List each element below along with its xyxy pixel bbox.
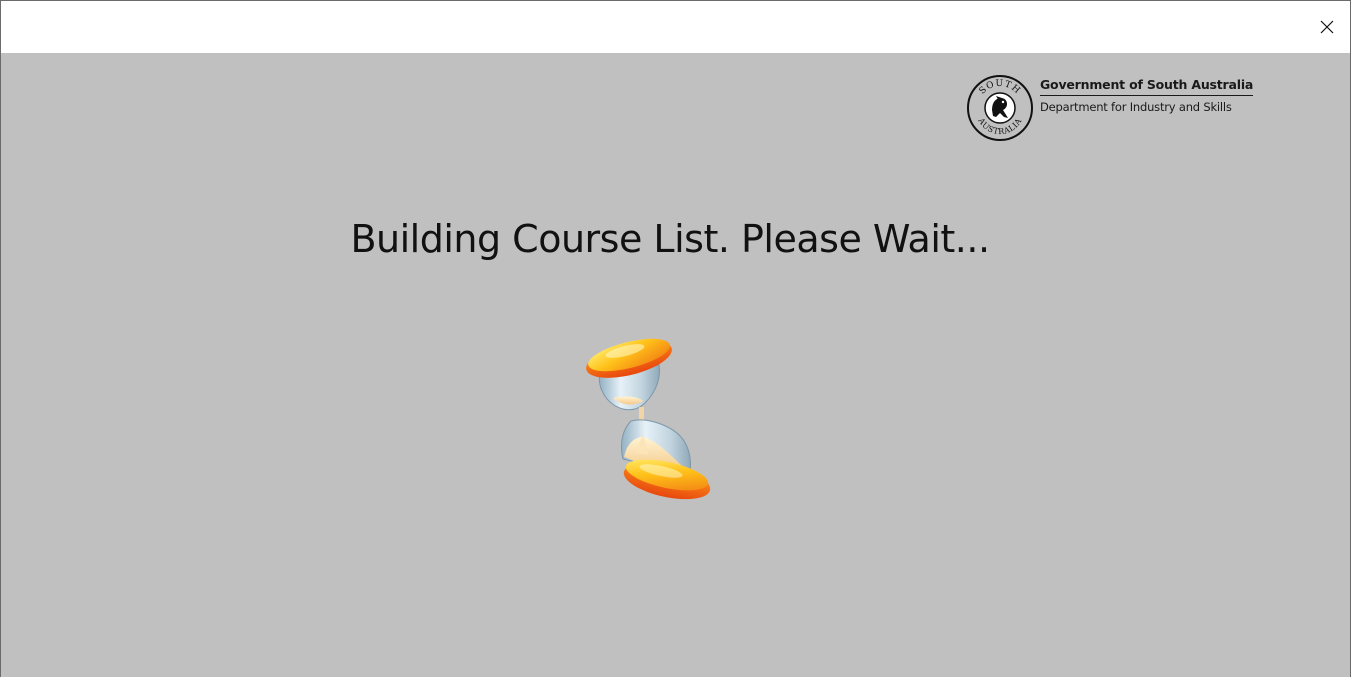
hourglass-icon bbox=[586, 338, 711, 500]
government-text: Government of South Australia Department… bbox=[1040, 74, 1253, 114]
south-australia-seal-icon: SOUTH AUSTRALIA bbox=[967, 75, 1033, 141]
department-name: Department for Industry and Skills bbox=[1040, 100, 1232, 114]
loading-message: Building Course List. Please Wait... bbox=[350, 217, 990, 261]
loading-panel: SOUTH AUSTRALIA Government of South Aust… bbox=[1, 53, 1350, 677]
government-logo: SOUTH AUSTRALIA Government of South Aust… bbox=[966, 74, 1253, 142]
government-name: Government of South Australia bbox=[1040, 77, 1253, 96]
title-bar bbox=[1, 1, 1350, 53]
close-button[interactable] bbox=[1304, 1, 1350, 53]
dialog-window: SOUTH AUSTRALIA Government of South Aust… bbox=[0, 0, 1351, 677]
close-icon bbox=[1320, 20, 1334, 34]
